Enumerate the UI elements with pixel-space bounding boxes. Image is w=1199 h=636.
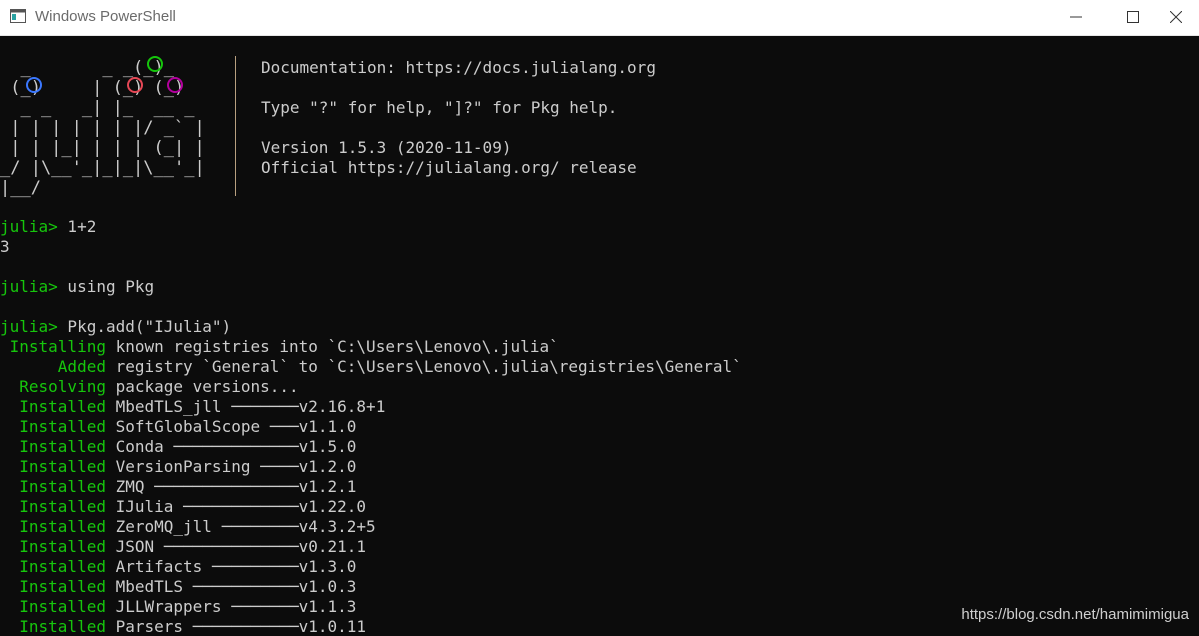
banner-documentation: Documentation: https://docs.julialang.or…: [261, 58, 656, 77]
log-text: VersionParsing ────v1.2.0: [105, 457, 357, 476]
ascii-art-line: | | |_| | | | (_| |: [0, 138, 226, 158]
ascii-art-line: _ _ _| |_ __ _: [0, 98, 226, 118]
banner-version: Version 1.5.3 (2020-11-09): [261, 138, 512, 157]
log-tag: Installed: [0, 617, 106, 636]
log-line: Installing known registries into `C:\Use…: [0, 337, 559, 357]
log-text: ZeroMQ_jll ────────v4.3.2+5: [105, 517, 376, 536]
log-text: JLLWrappers ───────v1.1.3: [105, 597, 357, 616]
log-line: Installed MbedTLS ───────────v1.0.3: [0, 577, 356, 597]
banner-divider: [235, 56, 236, 196]
log-line: Installed SoftGlobalScope ───v1.1.0: [0, 417, 356, 437]
prompt-line: julia> 1+2: [0, 217, 96, 237]
log-tag: Installed: [0, 457, 106, 476]
log-tag: Installed: [0, 597, 106, 616]
command-input: 1+2: [57, 217, 97, 236]
command-output: 3: [0, 237, 10, 256]
command-input: Pkg.add("IJulia"): [57, 317, 232, 336]
title-bar[interactable]: Windows PowerShell: [0, 0, 1199, 36]
log-text: Parsers ───────────v1.0.11: [105, 617, 367, 636]
log-tag: Installed: [0, 397, 106, 416]
log-text: MbedTLS ───────────v1.0.3: [105, 577, 357, 596]
log-line: Installed JLLWrappers ───────v1.1.3: [0, 597, 356, 617]
logo-blue-dot: [26, 77, 42, 93]
log-line: Installed ZeroMQ_jll ────────v4.3.2+5: [0, 517, 376, 537]
log-line: Installed ZMQ ───────────────v1.2.1: [0, 477, 356, 497]
log-text: JSON ──────────────v0.21.1: [105, 537, 367, 556]
logo-purple-dot: [167, 77, 183, 93]
log-text: SoftGlobalScope ───v1.1.0: [105, 417, 357, 436]
log-tag: Installing: [0, 337, 106, 356]
log-tag: Installed: [0, 417, 106, 436]
log-text: Artifacts ─────────v1.3.0: [105, 557, 357, 576]
log-line: Installed VersionParsing ────v1.2.0: [0, 457, 356, 477]
ascii-art-line: _/ |\__'_|_|_|\__'_|: [0, 158, 226, 178]
log-text: package versions...: [105, 377, 299, 396]
log-text: MbedTLS_jll ───────v2.16.8+1: [105, 397, 386, 416]
log-tag: Installed: [0, 477, 106, 496]
log-text: Conda ─────────────v1.5.0: [105, 437, 357, 456]
command-input: using Pkg: [57, 277, 155, 296]
banner-release: Official https://julialang.org/ release: [261, 158, 637, 177]
prompt-line: julia> Pkg.add("IJulia"): [0, 317, 231, 337]
log-tag: Installed: [0, 517, 106, 536]
log-text: IJulia ────────────v1.22.0: [105, 497, 367, 516]
log-tag: Installed: [0, 437, 106, 456]
log-line: Installed MbedTLS_jll ───────v2.16.8+1: [0, 397, 385, 417]
log-line: Resolving package versions...: [0, 377, 299, 397]
log-tag: Installed: [0, 537, 106, 556]
prompt-label: julia>: [0, 277, 58, 296]
banner-help: Type "?" for help, "]?" for Pkg help.: [261, 98, 618, 117]
log-line: Installed Conda ─────────────v1.5.0: [0, 437, 356, 457]
prompt-label: julia>: [0, 217, 58, 236]
powershell-window: Windows PowerShell _ _ _(_)_ (_) | (_) (…: [0, 0, 1199, 636]
log-text: known registries into `C:\Users\Lenovo\.…: [105, 337, 559, 356]
log-line: Installed JSON ──────────────v0.21.1: [0, 537, 366, 557]
log-text: registry `General` to `C:\Users\Lenovo\.…: [105, 357, 742, 376]
logo-red-dot: [127, 77, 143, 93]
ascii-art-line: |__/: [0, 178, 226, 198]
console-output[interactable]: _ _ _(_)_ (_) | (_) (_) _ _ _| |_ __ _ |…: [0, 36, 1199, 636]
logo-green-dot: [147, 56, 163, 72]
log-tag: Resolving: [0, 377, 106, 396]
log-tag: Installed: [0, 497, 106, 516]
window-title: Windows PowerShell: [35, 8, 176, 25]
prompt-line: julia> using Pkg: [0, 277, 154, 297]
ascii-art-line: | | | | | | |/ _` |: [0, 118, 226, 138]
powershell-app-icon: [10, 9, 26, 23]
log-line: Installed Artifacts ─────────v1.3.0: [0, 557, 356, 577]
close-icon: [1170, 11, 1182, 23]
prompt-label: julia>: [0, 317, 58, 336]
log-tag: Installed: [0, 577, 106, 596]
log-tag: Added: [0, 357, 106, 376]
close-button[interactable]: [1153, 0, 1199, 35]
maximize-button[interactable]: [1110, 0, 1156, 35]
log-line: Installed IJulia ────────────v1.22.0: [0, 497, 366, 517]
maximize-icon: [1127, 11, 1139, 23]
log-tag: Installed: [0, 557, 106, 576]
log-text: ZMQ ───────────────v1.2.1: [105, 477, 357, 496]
watermark: https://blog.csdn.net/hamimimigua: [961, 606, 1189, 623]
ascii-art-line: _ _ _(_)_: [0, 58, 226, 78]
minimize-icon: [1070, 16, 1082, 18]
log-line: Installed Parsers ───────────v1.0.11: [0, 617, 366, 636]
log-line: Added registry `General` to `C:\Users\Le…: [0, 357, 742, 377]
minimize-button[interactable]: [1053, 0, 1099, 35]
